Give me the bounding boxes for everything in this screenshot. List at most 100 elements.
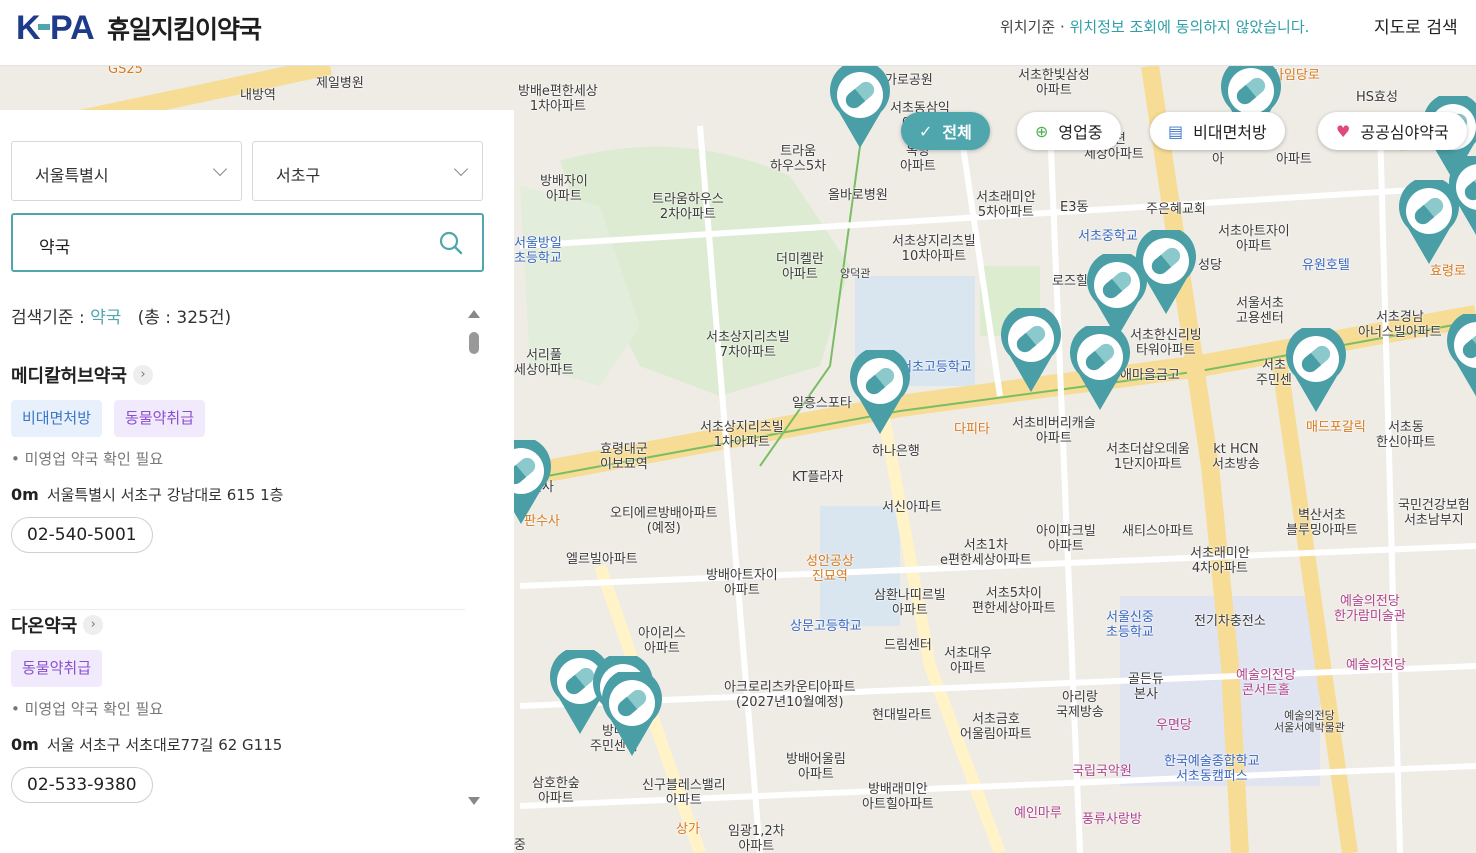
map-label: 한국예술종합학교 서초동캠퍼스 <box>1164 754 1260 784</box>
map-label: 서초동 한신아파트 <box>1376 420 1436 450</box>
map-label: 아이파크빌 아파트 <box>1036 524 1096 554</box>
chevron-right-icon[interactable]: › <box>132 365 153 385</box>
filter-all-chip[interactable]: ✓ 전체 <box>901 112 990 150</box>
pharmacy-pin-icon[interactable] <box>1069 326 1131 412</box>
map-label: 방배어울림 아파트 <box>786 752 846 782</box>
map-label: 다피타 <box>954 422 990 437</box>
pharmacy-pin-icon[interactable] <box>1285 328 1347 414</box>
tag-remote-prescription: 비대면처방 <box>11 400 103 437</box>
filter-open-label: 영업중 <box>1058 123 1103 142</box>
phone-button[interactable]: 02-540-5001 <box>11 517 153 553</box>
map-label: 국립국악원 <box>1072 764 1132 779</box>
scroll-down-arrow[interactable] <box>468 797 480 805</box>
map-label: 상가 <box>676 822 700 837</box>
map-label: 성안공상 진묘역 <box>806 554 854 584</box>
filter-remote-chip[interactable]: ▤ 비대면처방 <box>1150 112 1285 150</box>
kpa-logo[interactable]: K PA <box>16 8 98 44</box>
map-label: 서초경남 아너스빌아파트 <box>1358 310 1442 340</box>
chevron-down-icon <box>212 161 228 177</box>
map-label: 삼호한숲 아파트 <box>532 776 580 806</box>
map-search-link[interactable]: 지도로 검색 <box>1374 13 1458 38</box>
location-notice[interactable]: 위치정보 조회에 동의하지 않았습니다. <box>1070 18 1310 36</box>
map-label: 효령대군 이보묘역 <box>600 442 648 472</box>
map-label: HS효성 <box>1356 90 1398 105</box>
remote-prescription-icon: ▤ <box>1168 121 1184 141</box>
map-label: 서초래미안 5차아파트 <box>976 190 1036 220</box>
map-label: 매드포갈릭 <box>1306 420 1366 435</box>
list-item: 메디칼허브약국 › 비대면처방 동물약취급 • 미영업 약국 확인 필요 0m 서울… <box>11 360 465 610</box>
map-label: 서초금호 어울림아파트 <box>960 712 1032 742</box>
pharmacy-pin-icon[interactable] <box>1448 156 1476 242</box>
result-list: 메디칼허브약국 › 비대면처방 동물약취급 • 미영업 약국 확인 필요 0m 서울… <box>11 360 465 853</box>
filter-night-chip[interactable]: ♥ 공공심야약국 <box>1318 112 1467 150</box>
city-select[interactable]: 서울특별시 <box>11 141 242 201</box>
pharmacy-pin-icon[interactable] <box>1446 314 1476 400</box>
map-label: 서초한빛삼성 아파트 <box>1018 68 1090 98</box>
app-header: K PA 휴일지킴이약국 위치기준 · 위치정보 조회에 동의하지 않았습니다.… <box>0 0 1476 66</box>
map-label: kt HCN 서초방송 <box>1212 442 1260 472</box>
chevron-right-icon[interactable]: › <box>83 615 104 635</box>
map-label: 삼환나띠르빌 아파트 <box>874 588 946 618</box>
pharmacy-pin-icon[interactable] <box>849 350 911 436</box>
map-label: 성당 <box>1198 258 1222 273</box>
map-label: 하나은행 <box>872 444 920 459</box>
pharmacy-name[interactable]: 다온약국 › <box>11 610 465 640</box>
map-label: 예술의전당 <box>1346 658 1406 673</box>
pharmacy-pin-icon[interactable] <box>1000 308 1062 394</box>
map-label: 골든듀 본사 <box>1128 672 1164 702</box>
map-label: 아이리스 아파트 <box>638 626 686 656</box>
map-label: KT플라자 <box>792 470 844 485</box>
map-label: 서초비버리캐슬 아파트 <box>1012 416 1096 446</box>
map-label: E3동 <box>1060 200 1089 215</box>
scroll-up-arrow[interactable] <box>468 310 480 318</box>
map-label: 양덕관 <box>840 267 871 280</box>
address: 0m 서울특별시 서초구 강남대로 615 1층 <box>11 484 465 505</box>
map-label: 서초5차이 편한세상아파트 <box>972 586 1056 616</box>
map-label: 방배아트자이 아파트 <box>706 568 778 598</box>
pharmacy-pin-icon[interactable] <box>601 672 663 758</box>
map-label: 서신아파트 <box>882 500 942 515</box>
district-select[interactable]: 서초구 <box>252 141 483 201</box>
results-scrollbar[interactable] <box>466 310 482 810</box>
business-status: • 미영업 약국 확인 필요 <box>11 450 164 468</box>
scroll-thumb[interactable] <box>469 332 479 354</box>
map-label: 로즈힐 <box>1052 274 1088 289</box>
search-icon[interactable] <box>438 230 464 256</box>
map-label-cheil-hospital: 제일병원 <box>316 76 364 91</box>
map-label: 일흥스포타 <box>792 396 852 411</box>
map-label: 서초더샵오데움 1단지아파트 <box>1106 442 1190 472</box>
map-label: 가로공원 <box>885 73 933 88</box>
criteria-total: (총 : 325건) <box>137 308 232 328</box>
map-label: 올바로병원 <box>828 188 888 203</box>
map-label: 서리풀 세상아파트 <box>514 348 574 378</box>
pharmacy-pin-icon[interactable] <box>829 64 891 150</box>
map-label: 효령로 <box>1430 264 1466 279</box>
search-input[interactable]: 약국 <box>11 213 484 272</box>
pharmacy-pin-icon[interactable] <box>1135 230 1197 316</box>
map-label: 신구블레스밸리 아파트 <box>642 778 726 808</box>
map-label: 우면당 <box>1156 718 1192 733</box>
list-item: 다온약국 › 동물약취급 • 미영업 약국 확인 필요 0m 서울 서초구 서초대로… <box>11 610 465 853</box>
map-label: 예술의전당 한가람미술관 <box>1334 594 1406 624</box>
pharmacy-name-text: 다온약국 <box>11 616 78 637</box>
map-label: 서초래미안 4차아파트 <box>1190 546 1250 576</box>
map-label: 서초1차 e편한세상아파트 <box>940 538 1032 568</box>
map-label: 서울서초 고용센터 <box>1236 296 1284 326</box>
filter-open-chip[interactable]: ⊕ 영업중 <box>1017 112 1121 150</box>
pharmacy-name[interactable]: 메디칼허브약국 › <box>11 360 465 390</box>
map-label: 예인마루 <box>1014 806 1062 821</box>
map-label: 주은혜교회 <box>1146 202 1206 217</box>
brand-title: 휴일지킴이약국 <box>107 15 262 44</box>
criteria-label: 검색기준 : <box>11 308 91 328</box>
map-label: 방배자이 아파트 <box>540 174 588 204</box>
map-label: 트라움하우스 2차아파트 <box>652 192 724 222</box>
map-label: 서초대우 아파트 <box>944 646 992 676</box>
map-label: 내방역 <box>240 88 276 103</box>
city-select-value: 서울특별시 <box>35 166 109 185</box>
chevron-down-icon <box>453 161 469 177</box>
map-label: 전기차충전소 <box>1194 614 1266 629</box>
map-label: 오티에르방배아파트 (예정) <box>610 506 718 536</box>
map-label: 더미켈란 아파트 <box>776 252 824 282</box>
district-select-value: 서초구 <box>276 166 321 185</box>
phone-button[interactable]: 02-533-9380 <box>11 767 153 803</box>
